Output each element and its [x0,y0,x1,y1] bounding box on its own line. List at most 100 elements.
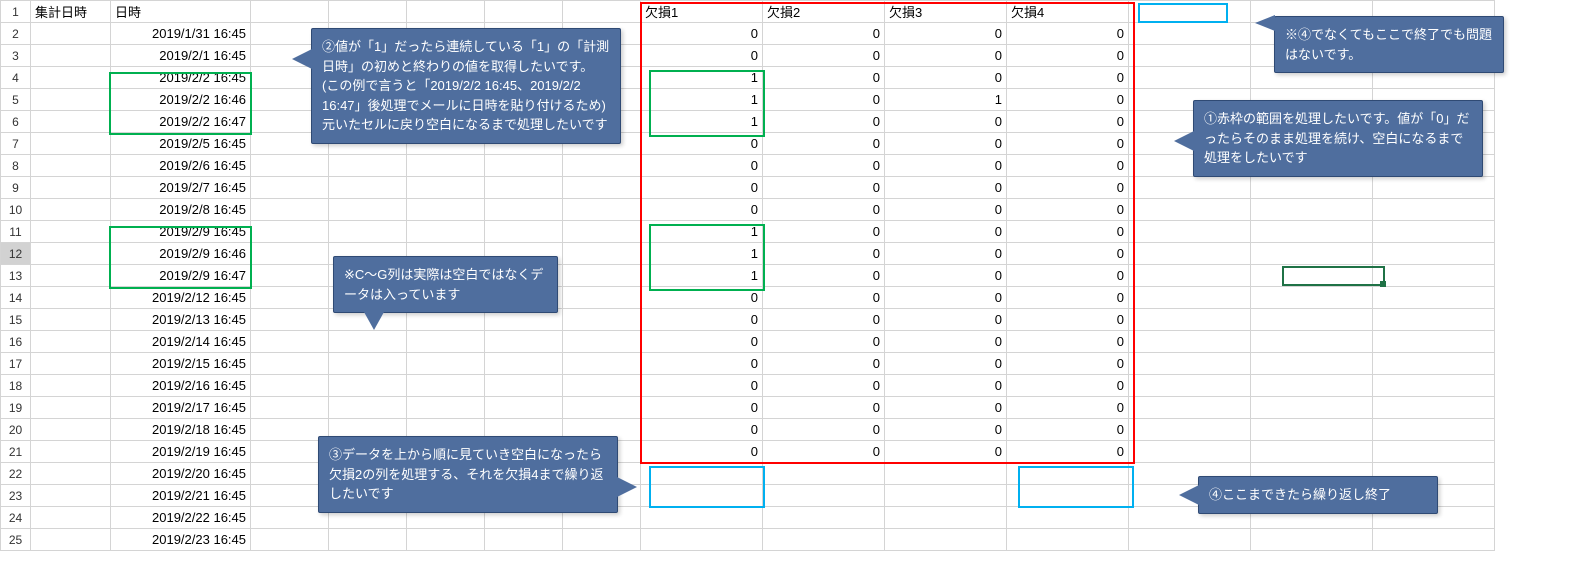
cell[interactable] [1373,177,1495,199]
cell[interactable]: 0 [763,309,885,331]
cell[interactable] [31,177,111,199]
cell[interactable]: 2019/2/9 16:46 [111,243,251,265]
cell[interactable] [407,375,485,397]
cell[interactable] [1251,441,1373,463]
cell[interactable]: 0 [1007,67,1129,89]
cell[interactable]: 0 [885,265,1007,287]
row-header[interactable]: 7 [1,133,31,155]
cell[interactable]: 0 [885,309,1007,331]
cell[interactable]: 0 [1007,111,1129,133]
cell[interactable]: 0 [763,111,885,133]
cell[interactable]: 0 [1007,155,1129,177]
cell[interactable] [1373,309,1495,331]
cell[interactable]: 0 [763,265,885,287]
cell[interactable]: 0 [885,111,1007,133]
cell[interactable]: 2019/2/9 16:45 [111,221,251,243]
cell[interactable] [485,1,563,23]
cell[interactable] [885,507,1007,529]
cell[interactable]: 0 [763,441,885,463]
cell[interactable] [563,155,641,177]
cell[interactable]: 0 [1007,441,1129,463]
cell[interactable] [31,45,111,67]
cell[interactable] [251,177,329,199]
cell[interactable] [1373,287,1495,309]
row-header[interactable]: 16 [1,331,31,353]
row-header[interactable]: 10 [1,199,31,221]
cell[interactable] [1251,177,1373,199]
cell[interactable]: 0 [763,419,885,441]
cell[interactable] [1129,309,1251,331]
cell[interactable] [485,353,563,375]
cell[interactable] [485,177,563,199]
cell[interactable] [885,529,1007,551]
cell[interactable]: 0 [885,67,1007,89]
cell[interactable] [763,485,885,507]
cell[interactable] [1251,199,1373,221]
cell[interactable] [563,309,641,331]
row-header[interactable]: 13 [1,265,31,287]
cell[interactable] [1129,45,1251,67]
cell[interactable]: 0 [1007,287,1129,309]
cell[interactable] [31,331,111,353]
cell[interactable]: 0 [641,199,763,221]
cell[interactable]: 0 [1007,419,1129,441]
cell[interactable]: 0 [763,133,885,155]
cell[interactable]: 0 [763,155,885,177]
cell[interactable]: 0 [885,375,1007,397]
cell[interactable] [31,485,111,507]
cell[interactable] [407,353,485,375]
cell[interactable]: 1 [641,221,763,243]
cell[interactable]: 0 [885,199,1007,221]
cell[interactable] [31,111,111,133]
cell[interactable] [763,507,885,529]
cell[interactable] [1373,199,1495,221]
cell[interactable] [407,221,485,243]
cell[interactable]: 2019/2/5 16:45 [111,133,251,155]
cell[interactable] [31,221,111,243]
cell[interactable] [1007,529,1129,551]
row-header[interactable]: 3 [1,45,31,67]
cell[interactable] [885,463,1007,485]
cell[interactable]: 2019/2/14 16:45 [111,331,251,353]
row-header[interactable]: 25 [1,529,31,551]
cell[interactable] [1373,397,1495,419]
cell[interactable] [329,353,407,375]
cell[interactable] [407,177,485,199]
cell[interactable]: 0 [1007,199,1129,221]
cell[interactable] [1373,353,1495,375]
cell[interactable]: 0 [1007,243,1129,265]
cell[interactable]: 2019/2/15 16:45 [111,353,251,375]
cell[interactable] [563,397,641,419]
cell[interactable]: 2019/2/17 16:45 [111,397,251,419]
cell[interactable] [31,243,111,265]
cell[interactable]: 0 [763,177,885,199]
cell[interactable]: 0 [1007,133,1129,155]
cell[interactable]: 0 [641,331,763,353]
cell[interactable] [1251,243,1373,265]
cell[interactable]: 0 [763,45,885,67]
row-header[interactable]: 5 [1,89,31,111]
cell[interactable] [31,89,111,111]
cell[interactable] [251,331,329,353]
cell[interactable] [1129,441,1251,463]
cell[interactable] [485,397,563,419]
cell[interactable] [31,463,111,485]
row-header[interactable]: 9 [1,177,31,199]
cell[interactable] [563,1,641,23]
cell[interactable] [1373,419,1495,441]
cell[interactable] [1251,331,1373,353]
cell[interactable]: 2019/2/8 16:45 [111,199,251,221]
cell[interactable] [641,529,763,551]
row-header[interactable]: 17 [1,353,31,375]
cell[interactable] [31,133,111,155]
cell[interactable] [251,265,329,287]
row-header[interactable]: 14 [1,287,31,309]
cell[interactable] [1129,265,1251,287]
cell[interactable] [485,221,563,243]
cell[interactable] [31,199,111,221]
row-header[interactable]: 18 [1,375,31,397]
cell[interactable] [407,331,485,353]
cell[interactable]: 0 [885,23,1007,45]
cell[interactable] [885,485,1007,507]
cell[interactable]: 0 [885,243,1007,265]
